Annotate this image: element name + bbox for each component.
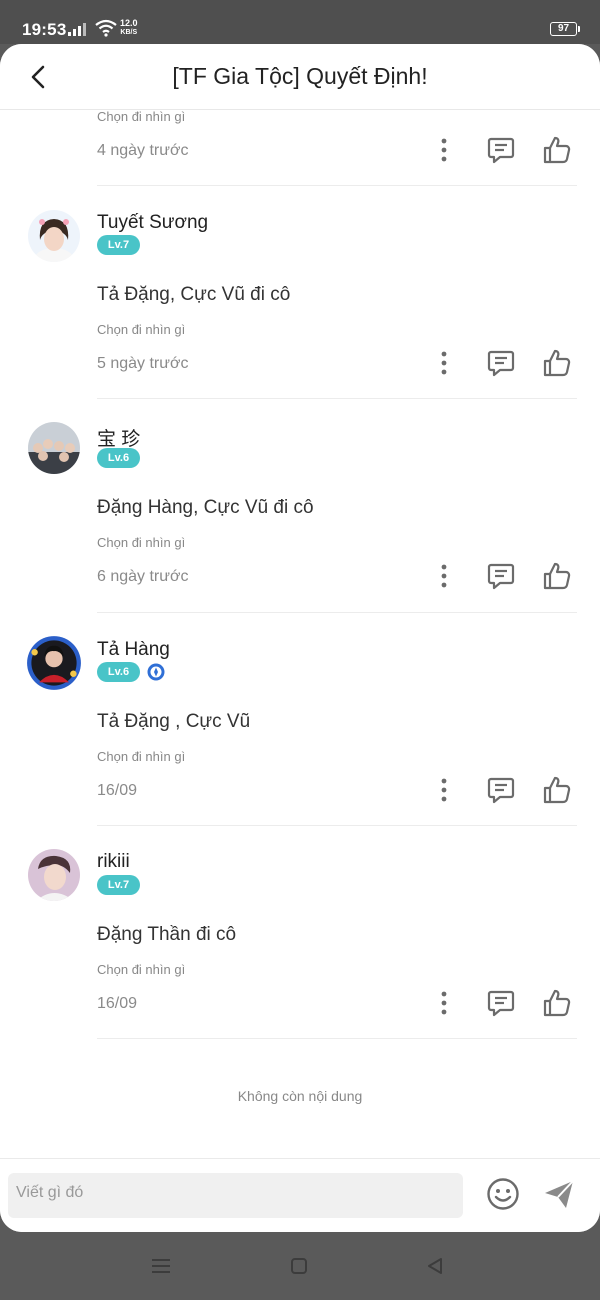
username[interactable]: Tả Hàng — [97, 639, 170, 661]
network-speed: 12.0 KB/S — [120, 18, 138, 37]
recent-apps-icon[interactable] — [150, 1257, 172, 1275]
reply-icon[interactable] — [486, 988, 516, 1018]
divider — [97, 398, 577, 399]
like-icon[interactable] — [542, 561, 572, 591]
more-options-icon[interactable] — [432, 777, 456, 803]
battery-indicator: 97 — [550, 22, 580, 36]
header: [TF Gia Tộc] Quyết Định! — [0, 44, 600, 110]
reply-icon[interactable] — [486, 348, 516, 378]
system-nav-bar — [0, 1232, 600, 1300]
home-icon[interactable] — [290, 1257, 308, 1275]
comment-input[interactable]: Viết gì đó — [8, 1173, 463, 1218]
emoji-icon[interactable] — [486, 1177, 520, 1211]
comment-time: 6 ngày trước — [97, 568, 189, 585]
like-icon[interactable] — [542, 348, 572, 378]
comment-time: 5 ngày trước — [97, 355, 189, 372]
level-badge: Lv.6 — [97, 448, 140, 468]
comment-text: Đặng Hàng, Cực Vũ đi cô — [97, 497, 314, 518]
user-avatar[interactable] — [28, 849, 80, 901]
comment-time: 4 ngày trước — [97, 142, 189, 159]
comment-hint: Chọn đi nhìn gì — [97, 109, 186, 124]
divider — [97, 612, 577, 613]
level-badge: Lv.7 — [97, 875, 140, 895]
comment-time: 16/09 — [97, 995, 138, 1012]
end-of-list-text: Không còn nội dung — [237, 1088, 363, 1104]
comment-hint: Chọn đi nhìn gì — [97, 535, 186, 550]
user-avatar[interactable] — [28, 422, 80, 474]
user-avatar[interactable] — [28, 210, 80, 262]
medal-badge-icon — [147, 663, 165, 681]
like-icon[interactable] — [542, 775, 572, 805]
comment-text: Đặng Thần đi cô — [97, 924, 237, 945]
nav-back-icon[interactable] — [425, 1256, 445, 1276]
comment-hint: Chọn đi nhìn gì — [97, 322, 186, 337]
reply-icon[interactable] — [486, 775, 516, 805]
like-icon[interactable] — [542, 988, 572, 1018]
more-options-icon[interactable] — [432, 137, 456, 163]
divider — [97, 825, 577, 826]
comment-input-bar: Viết gì đó — [0, 1158, 600, 1232]
user-avatar[interactable] — [26, 635, 82, 691]
comment-hint: Chọn đi nhìn gì — [97, 962, 186, 977]
comments-sheet: [TF Gia Tộc] Quyết Định! Chọn đi nhìn gì… — [0, 44, 600, 1232]
more-options-icon[interactable] — [432, 990, 456, 1016]
divider — [97, 1038, 577, 1039]
comment-text: Tả Đặng , Cực Vũ — [97, 711, 251, 732]
wifi-icon — [95, 19, 117, 37]
more-options-icon[interactable] — [432, 350, 456, 376]
username[interactable]: 宝 珍 — [97, 424, 140, 451]
level-badge: Lv.7 — [97, 235, 140, 255]
send-icon[interactable] — [542, 1177, 576, 1211]
comment-time: 16/09 — [97, 782, 138, 799]
status-bar: 19:53 12.0 KB/S 97 — [0, 0, 600, 44]
level-badge: Lv.6 — [97, 662, 140, 682]
divider — [97, 185, 577, 186]
more-options-icon[interactable] — [432, 563, 456, 589]
comment-hint: Chọn đi nhìn gì — [97, 749, 186, 764]
reply-icon[interactable] — [486, 561, 516, 591]
reply-icon[interactable] — [486, 135, 516, 165]
username[interactable]: rikiii — [97, 851, 130, 873]
page-title: [TF Gia Tộc] Quyết Định! — [172, 63, 428, 89]
like-icon[interactable] — [542, 135, 572, 165]
username[interactable]: Tuyết Sương — [97, 212, 208, 234]
status-time: 19:53 — [22, 20, 67, 39]
signal-icon — [68, 23, 86, 36]
comment-text: Tả Đặng, Cực Vũ đi cô — [97, 284, 291, 305]
